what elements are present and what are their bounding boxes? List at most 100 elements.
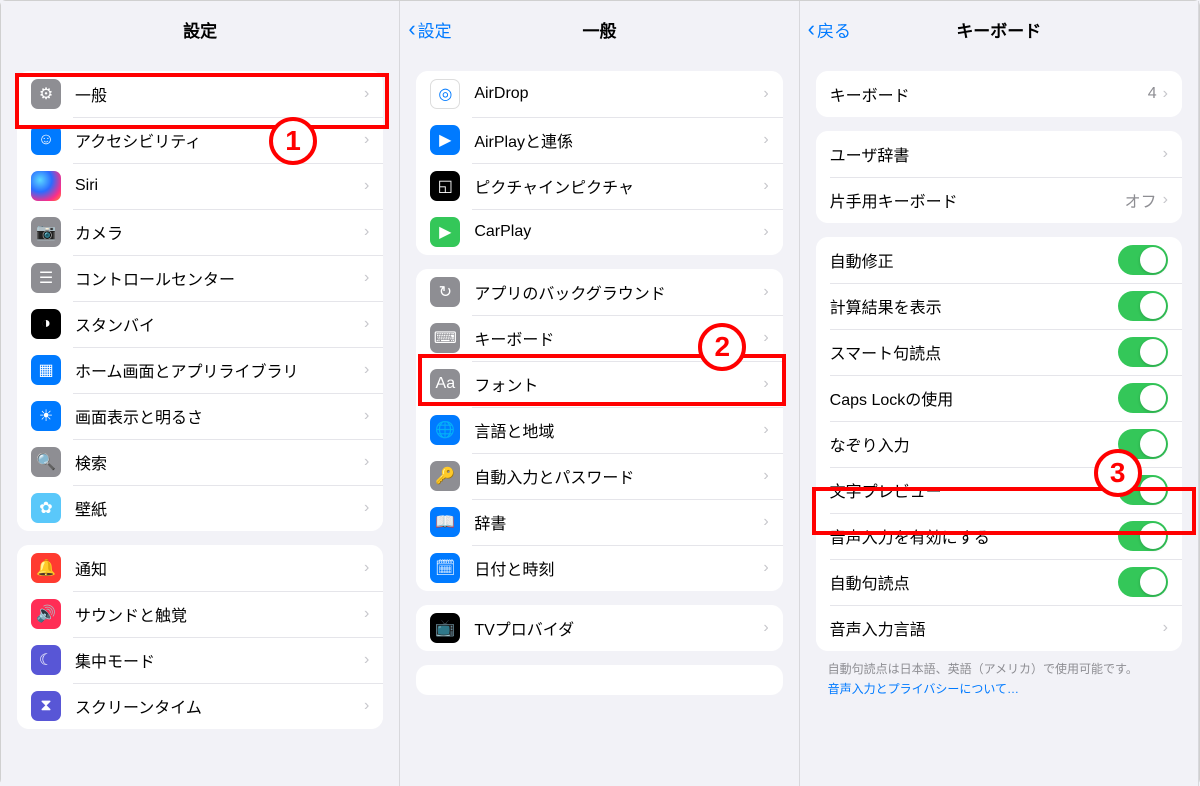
row-label: 音声入力を有効にする <box>830 524 1118 548</box>
settings-row[interactable]: ⧗スクリーンタイム› <box>17 683 383 729</box>
row-label: Siri <box>75 177 364 195</box>
toggle-switch[interactable] <box>1118 383 1168 413</box>
settings-row[interactable]: ⚙一般› <box>17 71 383 117</box>
row-label: ピクチャインピクチャ <box>474 174 763 198</box>
row-value: オフ <box>1125 188 1157 212</box>
toggle-switch[interactable] <box>1118 291 1168 321</box>
row-label: 通知 <box>75 556 364 580</box>
keyboard-row[interactable]: ユーザ辞書› <box>816 131 1182 177</box>
chevron-right-icon: › <box>364 559 369 577</box>
row-label: 画面表示と明るさ <box>75 404 364 428</box>
privacy-link[interactable]: 音声入力とプライバシーについて… <box>828 680 1170 697</box>
row-label: アクセシビリティ <box>75 128 364 152</box>
keyboard-row[interactable]: キーボード4› <box>816 71 1182 117</box>
keyboard-row[interactable]: なぞり入力 <box>816 421 1182 467</box>
row-label: 文字プレビュー <box>830 478 1118 502</box>
settings-row[interactable]: ☾集中モード› <box>17 637 383 683</box>
keyboard-row[interactable]: 文字プレビュー <box>816 467 1182 513</box>
chevron-right-icon: › <box>763 513 768 531</box>
keyboard-row[interactable]: 自動句読点 <box>816 559 1182 605</box>
keyboard-row[interactable]: 計算結果を表示 <box>816 283 1182 329</box>
dictionary-icon: 📖 <box>430 507 460 537</box>
chevron-left-icon: ‹ <box>408 18 415 40</box>
toggle-switch[interactable] <box>1118 245 1168 275</box>
keyboard-group-3: 自動修正計算結果を表示スマート句読点Caps Lockの使用なぞり入力文字プレビ… <box>816 237 1182 651</box>
sounds-icon: 🔊 <box>31 599 61 629</box>
language-icon: 🌐 <box>430 415 460 445</box>
general-row[interactable]: ⌨キーボード› <box>416 315 782 361</box>
focus-icon: ☾ <box>31 645 61 675</box>
chevron-right-icon: › <box>364 131 369 149</box>
row-label: キーボード <box>830 82 1148 106</box>
general-row[interactable]: ▶AirPlayと連係› <box>416 117 782 163</box>
row-label: 検索 <box>75 450 364 474</box>
settings-row[interactable]: ☺アクセシビリティ› <box>17 117 383 163</box>
row-label: ホーム画面とアプリライブラリ <box>75 358 364 382</box>
tvprovider-icon: 📺 <box>430 613 460 643</box>
keyboard-row[interactable]: 自動修正 <box>816 237 1182 283</box>
row-label: 日付と時刻 <box>474 556 763 580</box>
airdrop-icon: ◎ <box>430 79 460 109</box>
toggle-switch[interactable] <box>1118 429 1168 459</box>
settings-row[interactable]: 🔍 検索› <box>17 439 383 485</box>
chevron-right-icon: › <box>364 177 369 195</box>
wallpaper-icon: ✿ <box>31 493 61 523</box>
keyboard-row[interactable]: スマート句読点 <box>816 329 1182 375</box>
keyboard-row[interactable]: 音声入力言語› <box>816 605 1182 651</box>
chevron-right-icon: › <box>364 315 369 333</box>
keyboard-row[interactable]: 音声入力を有効にする <box>816 513 1182 559</box>
brightness-icon: ☀ <box>31 401 61 431</box>
back-button[interactable]: ‹ 設定 <box>408 17 451 42</box>
chevron-right-icon: › <box>763 559 768 577</box>
standby-icon: ◑ <box>31 309 61 339</box>
header: ‹ 戻る キーボード <box>800 1 1198 57</box>
chevron-right-icon: › <box>763 467 768 485</box>
toggle-switch[interactable] <box>1118 337 1168 367</box>
datetime-icon: 🗓 <box>430 553 460 583</box>
keyboard-row[interactable]: 片手用キーボードオフ› <box>816 177 1182 223</box>
chevron-right-icon: › <box>763 131 768 149</box>
notifications-icon: 🔔 <box>31 553 61 583</box>
toggle-switch[interactable] <box>1118 567 1168 597</box>
chevron-right-icon: › <box>763 85 768 103</box>
chevron-right-icon: › <box>763 329 768 347</box>
settings-row[interactable]: ☀ 画面表示と明るさ› <box>17 393 383 439</box>
toggle-switch[interactable] <box>1118 521 1168 551</box>
general-row[interactable]: 🗓 日付と時刻› <box>416 545 782 591</box>
general-row[interactable]: Aaフォント› <box>416 361 782 407</box>
settings-row[interactable]: ◑スタンバイ› <box>17 301 383 347</box>
general-row[interactable]: ↻アプリのバックグラウンド› <box>416 269 782 315</box>
chevron-right-icon: › <box>364 499 369 517</box>
settings-row[interactable]: Siri› <box>17 163 383 209</box>
settings-row[interactable]: 🔔 通知› <box>17 545 383 591</box>
search-icon: 🔍 <box>31 447 61 477</box>
background-refresh-icon: ↻ <box>430 277 460 307</box>
general-row[interactable]: 🌐言語と地域› <box>416 407 782 453</box>
keyboard-row[interactable]: Caps Lockの使用 <box>816 375 1182 421</box>
general-row[interactable]: 📺TVプロバイダ› <box>416 605 782 651</box>
toggle-switch[interactable] <box>1118 475 1168 505</box>
general-row[interactable]: ◎AirDrop› <box>416 71 782 117</box>
back-button[interactable]: ‹ 戻る <box>808 17 851 42</box>
chevron-right-icon: › <box>364 453 369 471</box>
settings-row[interactable]: ☰コントロールセンター› <box>17 255 383 301</box>
general-row[interactable]: ◱ピクチャインピクチャ› <box>416 163 782 209</box>
settings-row[interactable]: 🔊サウンドと触覚› <box>17 591 383 637</box>
row-value: 4 <box>1148 85 1157 103</box>
settings-row[interactable]: ✿壁紙› <box>17 485 383 531</box>
settings-row[interactable]: ▦ホーム画面とアプリライブラリ› <box>17 347 383 393</box>
page-title: 設定 <box>183 17 217 42</box>
general-row[interactable]: 🔑自動入力とパスワード› <box>416 453 782 499</box>
general-row[interactable]: ▶CarPlay› <box>416 209 782 255</box>
general-row[interactable]: 📖辞書› <box>416 499 782 545</box>
chevron-right-icon: › <box>763 223 768 241</box>
chevron-right-icon: › <box>763 283 768 301</box>
chevron-right-icon: › <box>1163 145 1168 163</box>
chevron-right-icon: › <box>364 407 369 425</box>
chevron-right-icon: › <box>364 85 369 103</box>
chevron-right-icon: › <box>364 651 369 669</box>
keyboard-group-1: キーボード4› <box>816 71 1182 117</box>
chevron-right-icon: › <box>1163 619 1168 637</box>
row-label: 音声入力言語 <box>830 616 1163 640</box>
settings-row[interactable]: 📷カメラ› <box>17 209 383 255</box>
